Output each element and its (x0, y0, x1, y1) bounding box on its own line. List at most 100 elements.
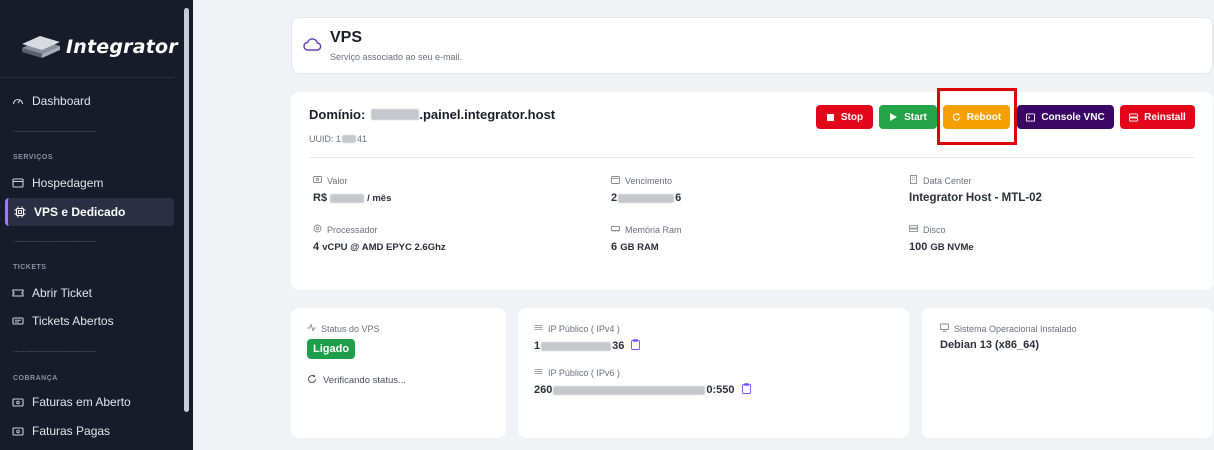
sidebar-item-faturas-pagas[interactable]: Faturas Pagas (12, 418, 174, 444)
section-label-servicos: SERVIÇOS (13, 154, 54, 161)
redacted-text (330, 193, 365, 203)
money-icon (313, 175, 322, 186)
server-icon (1129, 112, 1139, 122)
button-label: Stop (840, 111, 864, 123)
ipv4-value: 1 (534, 340, 541, 352)
sidebar-separator: ------------------------------ (13, 346, 97, 356)
invoice-paid-icon (12, 425, 24, 437)
redacted-text (371, 109, 420, 120)
building-icon (909, 175, 918, 186)
sidebar-item-label: Faturas Pagas (32, 424, 111, 438)
reboot-highlight-box (937, 88, 1017, 145)
tickets-icon (12, 315, 24, 327)
memoria-field: Memória Ram 6 GB RAM (611, 224, 682, 254)
network-icon (534, 367, 543, 378)
cpu-icon (14, 206, 26, 218)
refresh-icon (307, 374, 317, 387)
valor-currency: R$ (313, 192, 328, 204)
domain-line: Domínio: .painel.integrator.host (309, 107, 555, 122)
sidebar-item-label: Tickets Abertos (32, 314, 114, 328)
memory-icon (611, 224, 620, 235)
sidebar-item-label: VPS e Dedicado (34, 205, 126, 219)
sidebar-item-faturas-aberto[interactable]: Faturas em Aberto (12, 389, 174, 415)
section-label-cobranca: COBRANÇA (13, 375, 58, 382)
stop-button[interactable]: Stop (816, 105, 873, 129)
brand-logo[interactable]: Integrator (20, 30, 178, 64)
network-icon (534, 323, 543, 334)
domain-value: .painel.integrator.host (419, 107, 556, 122)
play-icon (889, 113, 898, 122)
ipv4-label: IP Público ( IPv4 ) (548, 323, 620, 334)
disco-count: 100 (909, 241, 928, 253)
datacenter-label: Data Center (923, 175, 972, 186)
disco-field: Disco 100 GB NVMe (909, 224, 974, 254)
valor-period: / mês (367, 192, 392, 204)
vencimento-label: Vencimento (625, 175, 673, 186)
clipboard-icon[interactable] (631, 339, 641, 353)
start-button[interactable]: Start (879, 105, 937, 129)
processador-value: vCPU @ AMD EPYC 2.6Ghz (322, 241, 446, 253)
datacenter-field: Data Center Integrator Host - MTL-02 (909, 175, 1042, 204)
ipv4-value-end: 36 (612, 340, 625, 352)
status-field: Status do VPS Ligado (307, 323, 380, 359)
ipv6-value: 260 (534, 384, 553, 396)
memoria-value: GB RAM (620, 241, 659, 253)
stop-icon (826, 113, 835, 122)
sidebar: Integrator Dashboard -------------------… (0, 0, 193, 450)
disco-value: GB NVMe (930, 241, 974, 253)
monitor-icon (940, 323, 949, 334)
clipboard-icon[interactable] (741, 383, 751, 397)
reinstall-button[interactable]: Reinstall (1120, 105, 1195, 129)
button-label: Reinstall (1144, 111, 1186, 123)
processador-count: 4 (313, 241, 320, 253)
vps-status-card: Status do VPS Ligado Verificando status.… (291, 308, 506, 438)
processador-field: Processador 4 vCPU @ AMD EPYC 2.6Ghz (313, 224, 446, 254)
os-field: Sistema Operacional Instalado Debian 13 … (940, 323, 1077, 352)
ipv6-value-end: 0:550 (706, 384, 735, 396)
status-checking: Verificando status... (307, 374, 406, 387)
valor-label: Valor (327, 175, 348, 186)
chip-icon (313, 224, 322, 235)
uuid-line: UUID: 1 41 (309, 134, 367, 144)
sidebar-item-vps[interactable]: VPS e Dedicado (5, 198, 174, 226)
status-label: Status do VPS (321, 323, 380, 334)
sidebar-separator: ------------------------------ (13, 236, 97, 246)
sidebar-item-abrir-ticket[interactable]: Abrir Ticket (12, 280, 174, 306)
vencimento-field: Vencimento 2 6 (611, 175, 681, 205)
section-label-tickets: TICKETS (13, 264, 47, 271)
sidebar-item-tickets-abertos[interactable]: Tickets Abertos (12, 308, 174, 334)
terminal-icon (1026, 112, 1036, 122)
page-header-card: VPS Serviço associado ao seu e-mail. (291, 17, 1213, 74)
uuid-value: 41 (357, 134, 368, 144)
activity-icon (307, 323, 316, 334)
network-card: IP Público ( IPv4 ) 1 36 IP Público ( IPv… (518, 308, 909, 438)
button-label: Start (904, 111, 927, 123)
logo-icon (20, 32, 62, 62)
vencimento-value: 2 (611, 192, 618, 204)
uuid-label: UUID: 1 (309, 134, 342, 144)
redacted-text (553, 385, 706, 395)
sidebar-scrollbar[interactable] (184, 8, 189, 412)
ipv6-field: IP Público ( IPv6 ) 260 0:550 (534, 367, 751, 397)
datacenter-value: Integrator Host - MTL-02 (909, 192, 1042, 204)
memoria-count: 6 (611, 241, 618, 253)
ipv4-field: IP Público ( IPv4 ) 1 36 (534, 323, 641, 353)
vps-details-card: Domínio: .painel.integrator.host UUID: 1… (291, 92, 1213, 290)
sidebar-item-label: Abrir Ticket (32, 286, 93, 300)
page-subtitle: Serviço associado ao seu e-mail. (330, 52, 463, 62)
calendar-icon (611, 175, 620, 186)
sidebar-divider (0, 77, 175, 78)
sidebar-item-hospedagem[interactable]: Hospedagem (12, 170, 174, 196)
sidebar-item-dashboard[interactable]: Dashboard (12, 88, 174, 114)
gauge-icon (12, 95, 24, 107)
section-divider (309, 157, 1195, 158)
os-label: Sistema Operacional Instalado (954, 323, 1077, 334)
sidebar-item-label: Faturas em Aberto (32, 395, 131, 409)
button-label: Console VNC (1041, 111, 1105, 123)
valor-field: Valor R$ / mês (313, 175, 392, 205)
redacted-text (342, 135, 357, 143)
cloud-icon (302, 37, 322, 58)
console-vnc-button[interactable]: Console VNC (1017, 105, 1114, 129)
invoice-icon (12, 396, 24, 408)
disco-label: Disco (923, 224, 946, 235)
